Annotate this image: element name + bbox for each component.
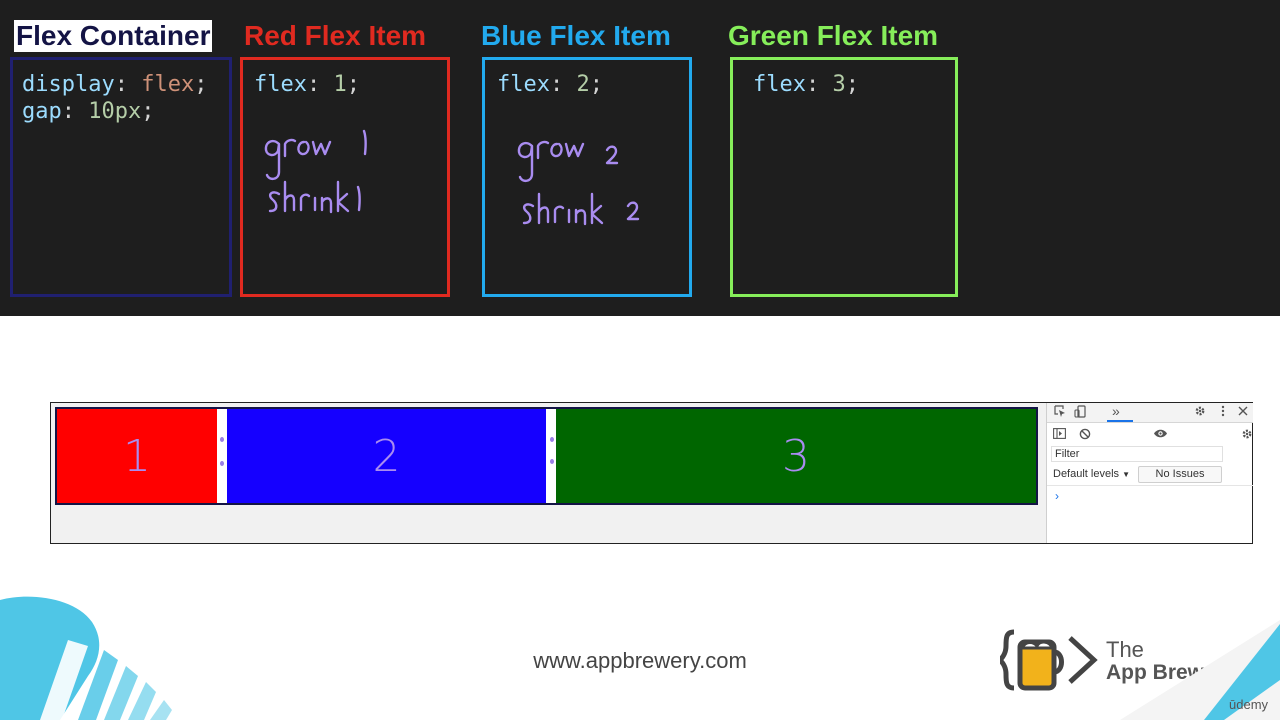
browser-window: 1 2 3 » Filter Default levels ▼ No Issue… — [50, 402, 1253, 544]
green-item-label: 3 — [782, 430, 810, 482]
selected-tab-indicator — [1107, 420, 1133, 422]
handwritten-grow-shrink-2 — [517, 140, 640, 226]
handwritten-grow-shrink-1 — [264, 129, 367, 214]
console-toolbar: top ▼ — [1047, 423, 1253, 460]
log-levels-label: Default levels — [1053, 468, 1120, 480]
flex-container-demo: 1 2 3 — [55, 407, 1038, 505]
gap-marker — [220, 461, 224, 466]
console-settings-gear-icon[interactable] — [1241, 428, 1253, 443]
close-icon[interactable] — [1238, 405, 1248, 419]
code-value: 3 — [832, 72, 846, 97]
inspect-element-icon[interactable] — [1054, 405, 1066, 420]
more-tabs-icon[interactable]: » — [1112, 404, 1120, 418]
code-colon: : — [805, 72, 833, 97]
log-levels-dropdown[interactable]: Default levels ▼ — [1053, 468, 1130, 480]
app-brewery-logo — [1000, 629, 1098, 691]
kebab-menu-icon[interactable] — [1221, 405, 1225, 420]
code-semicolon: ; — [845, 72, 859, 97]
divider — [1047, 485, 1253, 486]
devtools-toolbar: » — [1047, 403, 1253, 423]
filter-input[interactable]: Filter — [1051, 446, 1223, 462]
sidebar-toggle-icon[interactable] — [1053, 428, 1066, 442]
blue-item-label: 2 — [372, 430, 401, 482]
red-flex-item-title: Red Flex Item — [244, 20, 427, 51]
blue-flex-item-code-box: flex: 2; — [482, 57, 692, 297]
device-toolbar-icon[interactable] — [1074, 405, 1086, 421]
green-flex-item-code: flex: 3; — [753, 71, 859, 98]
blue-flex-item[interactable]: 2 — [227, 409, 546, 503]
green-flex-item-title: Green Flex Item — [728, 20, 939, 51]
issues-button[interactable]: No Issues — [1138, 466, 1222, 483]
red-flex-item-code-box: flex: 1; — [240, 57, 450, 297]
eye-icon[interactable] — [1153, 428, 1168, 442]
green-flex-item-code-box: flex: 3; — [730, 57, 958, 297]
console-prompt[interactable]: › — [1055, 489, 1059, 503]
udemy-watermark: ūdemy — [1229, 697, 1269, 712]
page-viewport: 1 2 3 — [51, 403, 1046, 543]
gear-icon[interactable] — [1194, 405, 1206, 420]
clear-console-icon[interactable] — [1079, 428, 1091, 443]
devtools-console-panel: » top ▼ — [1046, 403, 1253, 543]
blue-flex-item-title: Blue Flex Item — [481, 20, 671, 51]
chevron-down-icon: ▼ — [1122, 470, 1131, 479]
gap-marker — [550, 459, 554, 464]
gap-marker — [220, 437, 224, 442]
gap-marker — [550, 437, 554, 442]
code-property: flex — [753, 72, 806, 97]
green-flex-item[interactable]: 3 — [556, 409, 1036, 503]
decorative-shapes-left — [0, 596, 172, 720]
